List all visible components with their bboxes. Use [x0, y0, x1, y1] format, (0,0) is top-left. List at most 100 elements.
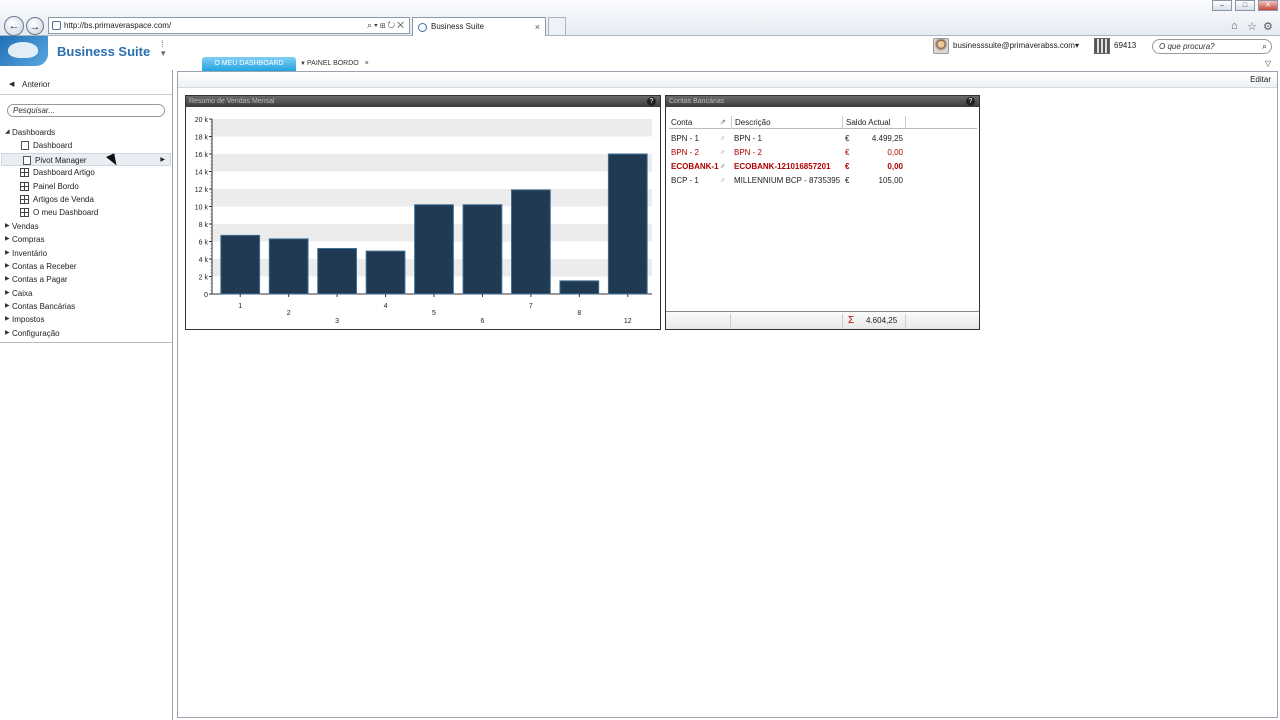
sidebar-item-label: Contas a Receber: [12, 261, 77, 271]
collapsed-triangle-icon[interactable]: ▶: [5, 313, 10, 326]
favorites-star-icon[interactable]: ☆: [1247, 20, 1257, 33]
bar: [220, 234, 261, 295]
document-icon: [23, 155, 31, 165]
collapsed-triangle-icon[interactable]: ▶: [5, 233, 10, 246]
x-tick-label: 6: [480, 318, 484, 325]
sidebar-item-pivot-manager[interactable]: Pivot Manager ▶: [1, 152, 171, 167]
link-icon[interactable]: ⇗: [720, 116, 726, 129]
tab-painel-bordo[interactable]: ▼ PAINEL BORDO ×: [300, 57, 380, 71]
y-tick-label: 18 k: [195, 135, 209, 142]
sidebar-item-label: Vendas: [12, 221, 39, 231]
sidebar-search-input[interactable]: Pesquisar...: [7, 104, 165, 117]
table-row[interactable]: BPN - 2 ⇗ BPN - 2 €0,00: [669, 146, 977, 160]
collapsed-triangle-icon[interactable]: ▶: [5, 273, 10, 286]
global-search-input[interactable]: O que procura? ⌕: [1152, 39, 1272, 54]
collapsed-triangle-icon[interactable]: ▶: [5, 220, 10, 233]
row-link-icon[interactable]: ⇗: [720, 146, 725, 160]
table-row[interactable]: BPN - 1 ⇗ BPN - 1 €4.499,25: [669, 132, 977, 146]
table-row[interactable]: ECOBANK-1 ⇗ ECOBANK-121016857201 €0,00: [669, 160, 977, 174]
forward-arrow-icon[interactable]: →: [26, 17, 44, 35]
divider: [0, 94, 172, 95]
column-header-conta[interactable]: Conta: [671, 116, 692, 129]
sidebar-collapse-icon[interactable]: ⁞ ▾: [161, 40, 166, 58]
sidebar-item-compras[interactable]: ▶ Compras: [0, 233, 172, 246]
tab-painel-bordo-label: PAINEL BORDO: [307, 60, 359, 67]
collapsed-triangle-icon[interactable]: ▶: [5, 287, 10, 300]
grid-band: [212, 189, 652, 207]
help-icon[interactable]: ?: [647, 97, 656, 106]
bar: [462, 204, 503, 295]
column-divider: [842, 314, 843, 328]
sidebar-item-caixa[interactable]: ▶ Caixa: [0, 287, 172, 300]
sidebar-item-painel-bordo[interactable]: Painel Bordo: [0, 180, 172, 193]
maximize-button[interactable]: □: [1235, 0, 1255, 11]
help-icon[interactable]: ?: [966, 97, 975, 106]
collapsed-triangle-icon[interactable]: ▶: [5, 260, 10, 273]
minimize-button[interactable]: –: [1212, 0, 1232, 11]
chevron-down-icon[interactable]: ▽: [1265, 59, 1271, 68]
y-tick-label: 4 k: [199, 257, 209, 264]
column-header-descricao[interactable]: Descrição: [731, 116, 771, 129]
sidebar-item-artigos-de-venda[interactable]: Artigos de Venda: [0, 193, 172, 206]
column-header-saldo[interactable]: Saldo Actual: [842, 116, 890, 129]
row-link-icon[interactable]: ⇗: [720, 160, 725, 174]
tab-close-icon[interactable]: ×: [535, 18, 540, 36]
close-window-button[interactable]: ✕: [1258, 0, 1278, 11]
edit-button[interactable]: Editar: [1250, 75, 1271, 84]
bar: [365, 250, 406, 295]
company-selector[interactable]: 69413: [1094, 38, 1136, 54]
expanded-triangle-icon[interactable]: ◢: [5, 126, 10, 139]
search-icon[interactable]: ⌕: [1262, 40, 1267, 53]
tab-o-meu-dashboard[interactable]: O MEU DASHBOARD: [202, 57, 296, 71]
row-link-icon[interactable]: ⇗: [720, 132, 725, 146]
y-tick-label: 20 k: [195, 117, 209, 124]
cell-currency: €: [845, 134, 850, 143]
bar: [414, 204, 454, 295]
cell-saldo: 4.499,25: [871, 134, 903, 143]
collapsed-triangle-icon[interactable]: ▶: [5, 300, 10, 313]
home-icon[interactable]: ⌂: [1231, 20, 1238, 32]
column-divider: [905, 116, 906, 129]
settings-gear-icon[interactable]: ⚙: [1263, 20, 1273, 33]
chart-panel-title: Resumo de Vendas Mensal: [189, 98, 275, 105]
cell-currency: €: [845, 162, 850, 171]
table-row[interactable]: BCP - 1 ⇗ MILLENNIUM BCP - 8735395 €105,00: [669, 174, 977, 188]
sum-sigma-icon: Σ: [848, 315, 855, 326]
sidebar-search-placeholder: Pesquisar...: [13, 106, 55, 115]
sidebar-item-label: Pivot Manager: [35, 155, 87, 165]
sidebar-item-dashboards[interactable]: ◢ Dashboards: [0, 126, 172, 139]
tab-close-icon[interactable]: ×: [365, 60, 369, 67]
sidebar-item-contas-a-receber[interactable]: ▶ Contas a Receber: [0, 260, 172, 273]
cell-conta: ECOBANK-1: [671, 162, 719, 171]
sidebar-item-configura-o[interactable]: ▶ Configuração: [0, 327, 172, 340]
sidebar-item-dashboard[interactable]: Dashboard: [0, 139, 172, 152]
sidebar-item-dashboard-artigo[interactable]: Dashboard Artigo: [0, 166, 172, 179]
tab-caret-icon: ▼: [300, 61, 306, 67]
document-icon: [21, 141, 29, 151]
back-arrow-icon[interactable]: ←: [4, 16, 24, 36]
collapsed-triangle-icon[interactable]: ▶: [5, 247, 10, 260]
address-bar[interactable]: http://bs.primaveraspace.com/ ⌕▾⊞↻✕: [48, 17, 410, 34]
bar: [607, 153, 648, 295]
sidebar-item-contas-banc-rias[interactable]: ▶ Contas Bancárias: [0, 300, 172, 313]
row-link-icon[interactable]: ⇗: [720, 174, 725, 188]
sidebar-item-label: Contas a Pagar: [12, 275, 68, 285]
sidebar-item-o-meu-dashboard[interactable]: O meu Dashboard: [0, 206, 172, 219]
sidebar-item-invent-rio[interactable]: ▶ Inventário: [0, 247, 172, 260]
logo-butterfly-icon: [0, 36, 48, 66]
user-menu[interactable]: businesssuite@primaverabss.com▾: [933, 38, 1079, 54]
sidebar-back-button[interactable]: ◀ Anterior: [0, 78, 172, 92]
sidebar-item-label: Dashboard Artigo: [33, 168, 95, 178]
sidebar-item-contas-a-pagar[interactable]: ▶ Contas a Pagar: [0, 273, 172, 286]
new-tab-button[interactable]: [548, 17, 566, 36]
collapsed-triangle-icon[interactable]: ▶: [5, 327, 10, 340]
sidebar-item-label: Caixa: [12, 288, 33, 298]
bar: [559, 280, 600, 295]
browser-tab[interactable]: Business Suite ×: [412, 17, 546, 36]
x-tick-label: 1: [238, 303, 242, 310]
sidebar-item-impostos[interactable]: ▶ Impostos: [0, 313, 172, 326]
address-tools-icons[interactable]: ⌕▾⊞↻✕: [367, 18, 406, 33]
sidebar-item-vendas[interactable]: ▶ Vendas: [0, 220, 172, 233]
y-tick-label: 6 k: [199, 240, 209, 247]
submenu-arrow-icon: ▶: [160, 156, 165, 163]
